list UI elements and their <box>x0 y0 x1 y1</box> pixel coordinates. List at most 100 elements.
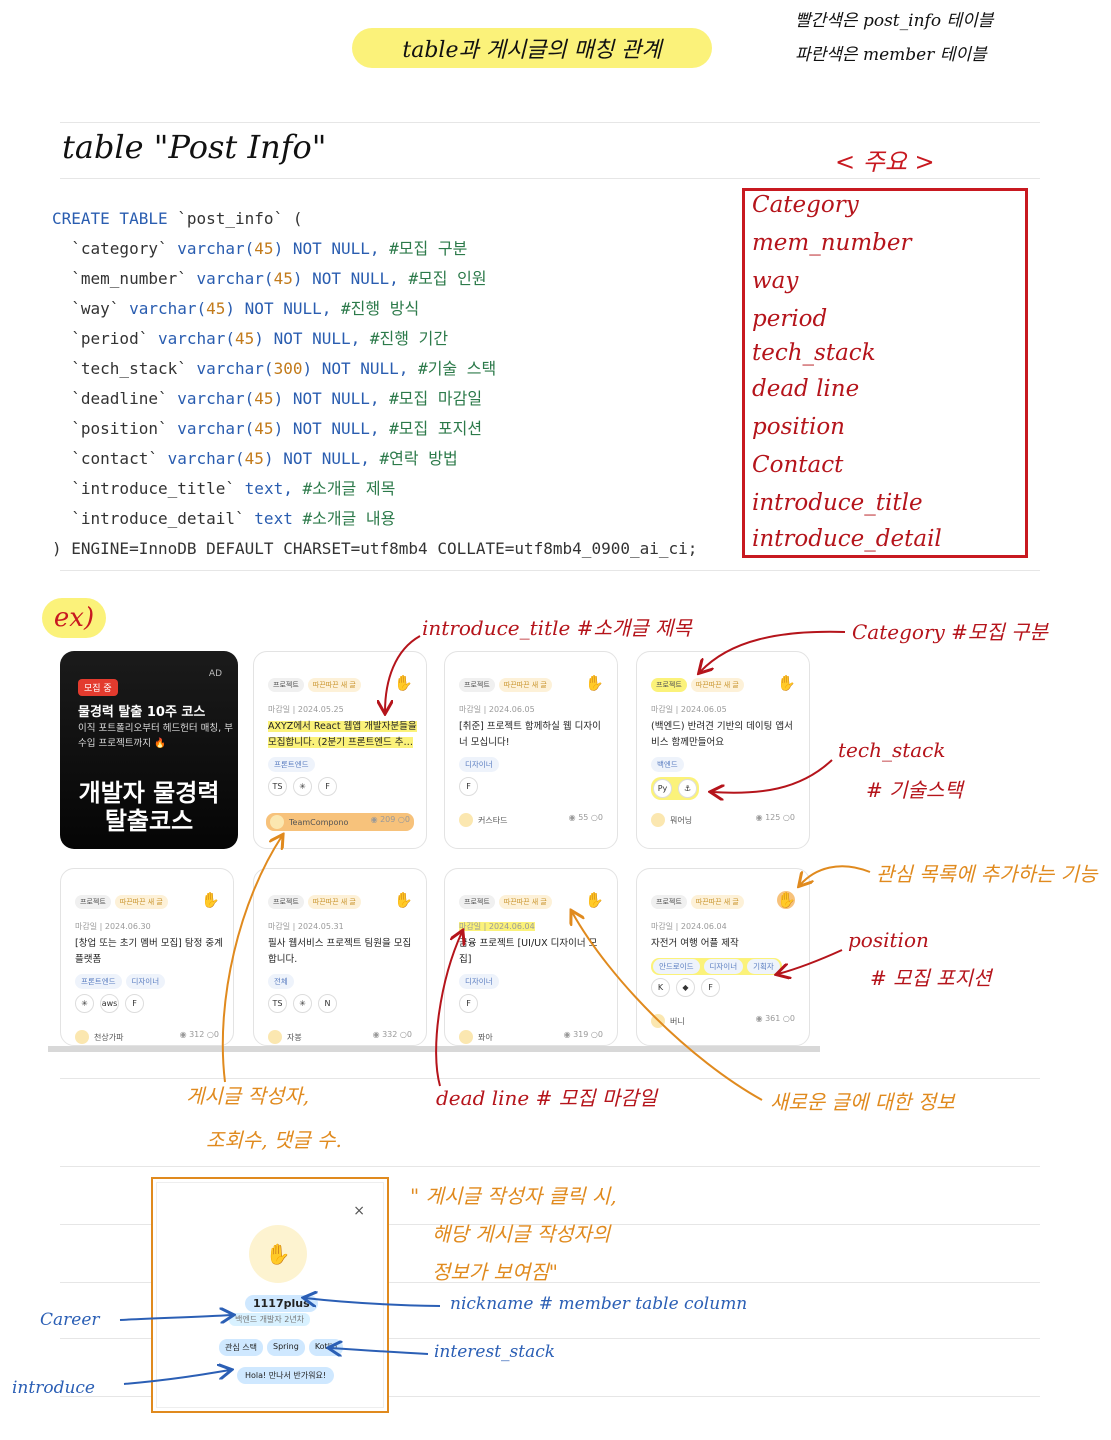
ad-tag: AD <box>208 669 222 679</box>
author-avatar <box>459 1030 473 1044</box>
rule-line <box>60 570 1040 571</box>
sql-column-comment: #진행 기간 <box>369 329 449 348</box>
note-views-comments: 조회수, 댓글 수. <box>206 1128 342 1152</box>
view-count: 55 <box>578 813 589 822</box>
position-list: 디자이너 <box>459 974 499 989</box>
author[interactable]: 뭐어닝 <box>651 813 692 827</box>
note-introduce: introduce <box>12 1378 95 1398</box>
card-tags: 프로젝트 따끈따끈 새 글 <box>651 678 744 692</box>
main-column-item: introduce_title <box>752 490 923 516</box>
bookmark-hand-icon[interactable]: ✋ <box>777 891 796 909</box>
author-name: 자봉 <box>287 1032 302 1042</box>
author-name: 뭐어닝 <box>670 815 693 825</box>
deadline-text: 마감일 | 2024.06.04 <box>651 921 727 932</box>
post-card[interactable]: 프로젝트 따끈따끈 새 글 ✋ 마감일 | 2024.05.31 필사 웹서비스 프로젝… <box>253 868 427 1046</box>
comment-icon: ○ <box>397 815 405 824</box>
author[interactable]: TeamCompono <box>270 815 348 829</box>
comment-count: 0 <box>789 1014 795 1023</box>
sql-column-comment: #모집 구분 <box>389 239 468 258</box>
post-card[interactable]: 프로젝트 따끈따끈 새 글 ✋ 마감일 | 2024.06.04 자전거 여행 어플 제… <box>636 868 810 1046</box>
sql-column-name: `way` <box>71 299 120 318</box>
sql-column-name: `period` <box>71 329 149 348</box>
sql-column-name: `position` <box>71 419 168 438</box>
sql-column-constraint: ) NOT NULL, <box>254 329 361 348</box>
card-footer: 퐈아 ◉ 319 ○0 <box>459 1030 603 1044</box>
tech-stack-icon: F <box>318 777 337 796</box>
note-nickname: nickname # member table column <box>450 1294 748 1314</box>
view-count: 125 <box>765 813 781 822</box>
author[interactable]: 커스타드 <box>459 813 507 827</box>
sql-column-type: text <box>254 509 293 528</box>
comment-count: 0 <box>213 1030 219 1039</box>
sql-column-comment: #모집 인원 <box>408 269 487 288</box>
sql-footer: ) ENGINE=InnoDB DEFAULT CHARSET=utf8mb4 … <box>52 539 698 558</box>
author[interactable]: 천상가파 <box>75 1030 123 1044</box>
rule-line <box>60 178 1040 179</box>
category-tag: 프로젝트 <box>651 895 687 909</box>
tech-stack-icon: ✳ <box>75 994 94 1013</box>
category-tag: 프로젝트 <box>268 895 304 909</box>
note-bookmark: 관심 목록에 추가하는 기능 <box>876 862 1098 886</box>
deadline-text: 마감일 | 2024.06.04 <box>459 921 535 932</box>
sql-column-row: `way` varchar(45) NOT NULL, #진행 방식 <box>52 294 697 324</box>
deadline-text: 마감일 | 2024.05.31 <box>268 921 344 932</box>
post-card[interactable]: 프로젝트 따끈따끈 새 글 ✋ 마감일 | 2024.06.05 [취준] 프로젝트 함… <box>444 651 618 849</box>
bookmark-hand-icon[interactable]: ✋ <box>394 674 413 692</box>
author[interactable]: 퐈아 <box>459 1030 493 1044</box>
note-new-post: 새로운 글에 대한 정보 <box>770 1090 955 1114</box>
ad-big-line1: 개발자 물경력 <box>78 779 220 807</box>
ad-banner[interactable]: 모집 중 AD 물경력 탈출 10주 코스 이직 포트폴리오부터 헤드헌터 매칭… <box>60 651 238 849</box>
sql-column-rows: `category` varchar(45) NOT NULL, #모집 구분 … <box>52 234 697 534</box>
rule-line <box>60 1078 1040 1079</box>
position-pill: 백엔드 <box>651 757 684 772</box>
sql-column-type: varchar( <box>196 269 274 288</box>
sql-column-constraint: ) NOT NULL, <box>273 239 380 258</box>
sql-column-row: `introduce_detail` text #소개글 내용 <box>52 504 697 534</box>
post-card[interactable]: 프로젝트 따끈따끈 새 글 ✋ 마감일 | 2024.05.25 AXYZ에서 Reac… <box>253 651 427 849</box>
tech-stack-icon: Py <box>653 779 672 798</box>
close-icon[interactable]: × <box>353 1203 365 1219</box>
comment-icon: ○ <box>782 813 790 822</box>
bookmark-hand-icon[interactable]: ✋ <box>585 891 604 909</box>
post-title: [취준] 프로젝트 함께하실 웹 디자이너 모십니다! <box>459 719 609 751</box>
sql-column-constraint: ) NOT NULL, <box>292 269 399 288</box>
deadline-text: 마감일 | 2024.06.30 <box>75 921 151 932</box>
sql-code-block: CREATE TABLE `post_info` ( `category` va… <box>52 204 697 564</box>
bookmark-hand-icon[interactable]: ✋ <box>394 891 413 909</box>
note-position: position <box>848 928 929 952</box>
legend-blue: 파란색은 member 테이블 <box>795 45 987 65</box>
position-list: 전체 <box>268 974 294 989</box>
note-career: Career <box>40 1310 100 1330</box>
tech-stack-icon: TS <box>268 777 287 796</box>
post-title: [창업 또는 초기 멤버 모집] 탐정 중계 플랫폼 <box>75 936 225 968</box>
sql-column-constraint: ) NOT NULL, <box>273 389 380 408</box>
sql-column-row: `category` varchar(45) NOT NULL, #모집 구분 <box>52 234 697 264</box>
post-stats: ◉ 55 ○0 <box>569 813 603 827</box>
card-footer: 버니 ◉ 361 ○0 <box>651 1014 795 1028</box>
author-avatar <box>651 813 665 827</box>
sql-column-name: `category` <box>71 239 168 258</box>
post-card[interactable]: 프로젝트 따끈따끈 새 글 ✋ 마감일 | 2024.06.04 금융 프로젝트 [UI… <box>444 868 618 1046</box>
position-list: 백엔드 <box>651 757 684 772</box>
category-tag: 프로젝트 <box>75 895 111 909</box>
bookmark-hand-icon[interactable]: ✋ <box>585 674 604 692</box>
bookmark-hand-icon[interactable]: ✋ <box>201 891 220 909</box>
post-stats: ◉ 209 ○0 <box>371 815 410 829</box>
author[interactable]: 버니 <box>651 1014 685 1028</box>
tech-stack-icon: N <box>318 994 337 1013</box>
card-tags: 프로젝트 따끈따끈 새 글 <box>268 678 361 692</box>
author[interactable]: 자봉 <box>268 1030 302 1044</box>
card-tags: 프로젝트 따끈따끈 새 글 <box>459 895 552 909</box>
tech-stack-icon: F <box>701 978 720 997</box>
post-title-text: AXYZ에서 React 웹앱 개발자분들을 모집합니다. (2분기 프론트엔드… <box>268 721 417 748</box>
interest-stack-label: 관심 스택 <box>219 1339 263 1356</box>
post-card[interactable]: 프로젝트 따끈따끈 새 글 ✋ 마감일 | 2024.06.05 (백엔드) 반려견 기… <box>636 651 810 849</box>
bookmark-hand-icon[interactable]: ✋ <box>777 674 796 692</box>
tech-stack-icon: ✳ <box>293 994 312 1013</box>
card-footer: 천상가파 ◉ 312 ○0 <box>75 1030 219 1044</box>
sql-column-constraint: ) NOT NULL, <box>263 449 370 468</box>
position-pill: 디자이너 <box>459 757 499 772</box>
post-card[interactable]: 프로젝트 따끈따끈 새 글 ✋ 마감일 | 2024.06.30 [창업 또는 초기 멤… <box>60 868 234 1046</box>
view-count: 319 <box>573 1030 589 1039</box>
post-title-text: 필사 웹서비스 프로젝트 팀원을 모집합니다. <box>268 938 412 965</box>
